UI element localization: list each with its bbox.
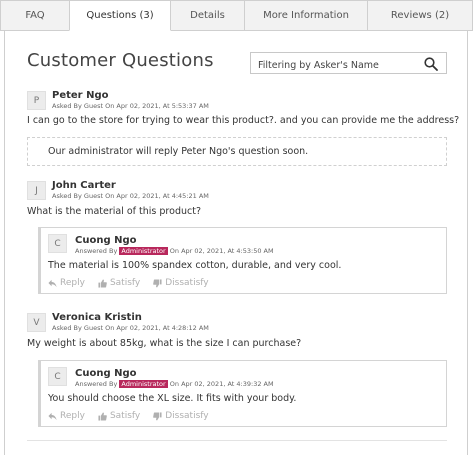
question-meta: Asked By Guest On Apr 02, 2021, At 4:28:… <box>52 324 209 332</box>
tab-faq[interactable]: FAQ <box>0 0 70 31</box>
thumbs-down-icon <box>153 411 162 420</box>
role-badge: Administrator <box>119 380 168 388</box>
question-meta: Asked By Guest On Apr 02, 2021, At 4:45:… <box>52 192 209 200</box>
answer-card: C Cuong Ngo Answered By Administrator On… <box>38 360 447 427</box>
role-badge: Administrator <box>119 247 168 255</box>
reply-label: Reply <box>60 278 85 288</box>
answer-author: Cuong Ngo <box>75 235 137 246</box>
thumbs-down-icon <box>153 278 162 287</box>
reply-icon <box>48 279 57 287</box>
avatar: J <box>27 181 46 200</box>
product-tabs: FAQ Questions (3) Details More Informati… <box>0 0 474 31</box>
answer-actions: Reply Satisfy Dissatisfy <box>48 411 209 421</box>
dissatisfy-label: Dissatisfy <box>165 278 209 288</box>
answer-date: On Apr 02, 2021, At 4:39:32 AM <box>169 380 274 388</box>
avatar: C <box>48 367 67 386</box>
reply-button[interactable]: Reply <box>48 278 85 288</box>
answered-by-label: Answered By <box>75 247 118 255</box>
question-text: I can go to the store for trying to wear… <box>27 115 460 126</box>
question-text: What is the material of this product? <box>27 206 201 217</box>
dissatisfy-button[interactable]: Dissatisfy <box>153 278 209 288</box>
notice-text: Our administrator will reply Peter Ngo's… <box>48 146 309 157</box>
avatar: P <box>27 91 46 110</box>
search-input[interactable] <box>251 55 411 76</box>
reply-label: Reply <box>60 411 85 421</box>
satisfy-button[interactable]: Satisfy <box>98 411 140 421</box>
dissatisfy-label: Dissatisfy <box>165 411 209 421</box>
avatar: V <box>27 313 46 332</box>
tab-questions[interactable]: Questions (3) <box>69 0 171 31</box>
search-box <box>250 52 447 76</box>
answer-date: On Apr 02, 2021, At 4:53:50 AM <box>169 247 274 255</box>
search-icon[interactable] <box>424 56 438 71</box>
question-author: Veronica Kristin <box>52 312 142 323</box>
tab-details[interactable]: Details <box>170 0 245 31</box>
tab-more-information[interactable]: More Information <box>244 0 368 31</box>
reply-button[interactable]: Reply <box>48 411 85 421</box>
answer-actions: Reply Satisfy Dissatisfy <box>48 278 209 288</box>
question-meta: Asked By Guest On Apr 02, 2021, At 5:53:… <box>52 102 209 110</box>
answer-meta: Answered By Administrator On Apr 02, 202… <box>75 380 274 388</box>
answer-author: Cuong Ngo <box>75 368 137 379</box>
answer-text: You should choose the XL size. It fits w… <box>48 393 297 404</box>
answer-text: The material is 100% spandex cotton, dur… <box>48 260 342 271</box>
thumbs-up-icon <box>98 279 107 288</box>
reply-icon <box>48 412 57 420</box>
satisfy-button[interactable]: Satisfy <box>98 278 140 288</box>
question-author: Peter Ngo <box>52 90 109 101</box>
page-title: Customer Questions <box>27 50 214 71</box>
satisfy-label: Satisfy <box>109 411 141 421</box>
thumbs-up-icon <box>98 412 107 421</box>
dissatisfy-button[interactable]: Dissatisfy <box>153 411 209 421</box>
pending-reply-notice: Our administrator will reply Peter Ngo's… <box>27 137 447 166</box>
avatar: C <box>48 234 67 253</box>
question-author: John Carter <box>52 180 116 191</box>
divider <box>27 440 447 441</box>
tab-reviews[interactable]: Reviews (2) <box>367 0 473 31</box>
question-text: My weight is about 85kg, what is the siz… <box>27 338 302 349</box>
satisfy-label: Satisfy <box>109 278 141 288</box>
answer-card: C Cuong Ngo Answered By Administrator On… <box>38 227 447 294</box>
answer-meta: Answered By Administrator On Apr 02, 202… <box>75 247 274 255</box>
answered-by-label: Answered By <box>75 380 118 388</box>
